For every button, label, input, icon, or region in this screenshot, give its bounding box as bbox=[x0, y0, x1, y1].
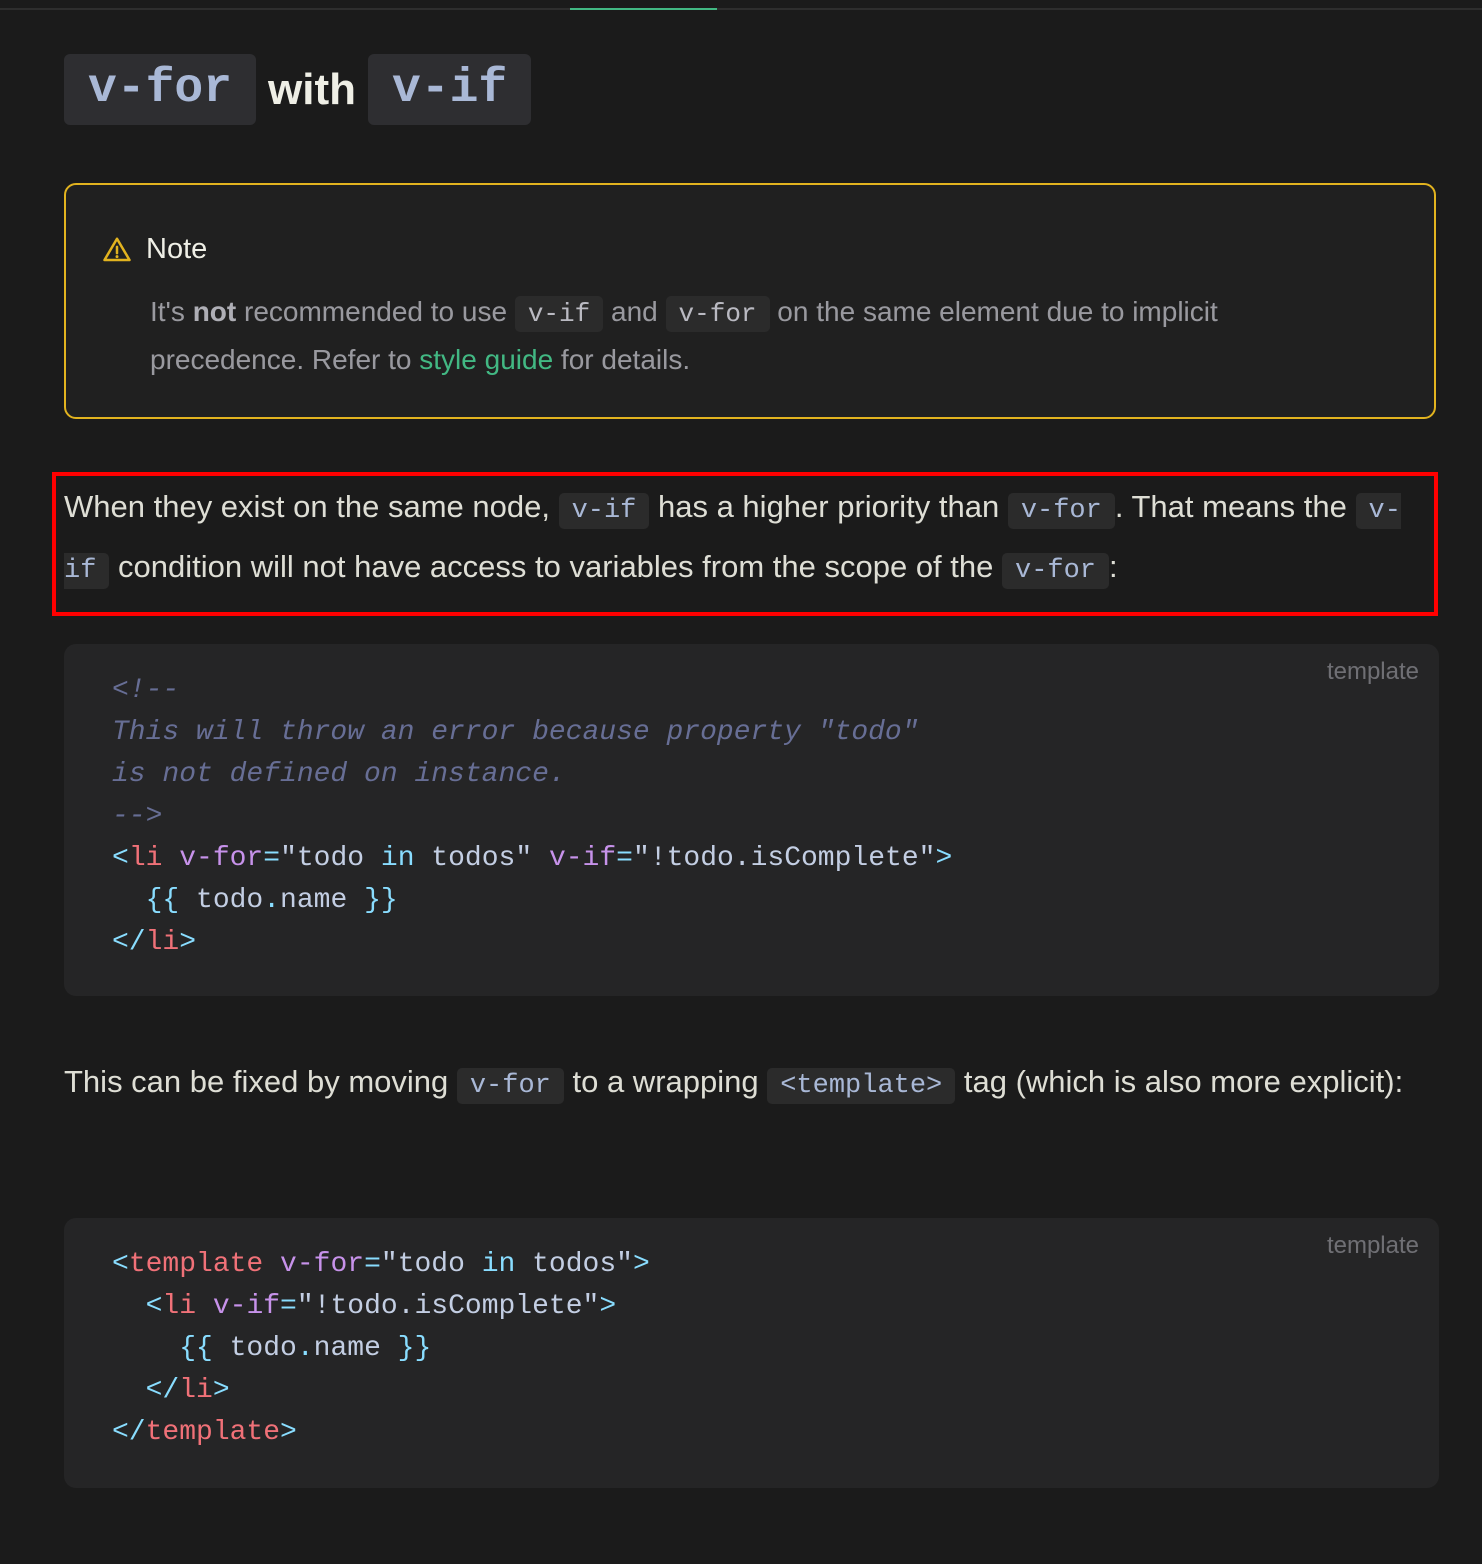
code-token: !todo.isComplete bbox=[313, 1291, 583, 1322]
code-token: todo bbox=[296, 843, 381, 874]
code-token: !todo.isComplete bbox=[649, 843, 919, 874]
code-token: " bbox=[296, 1291, 314, 1322]
code-token: " bbox=[632, 843, 650, 874]
code-token: }} bbox=[380, 1333, 432, 1364]
code-lang-label: template bbox=[1326, 1232, 1419, 1259]
code-token: </ bbox=[112, 1417, 146, 1448]
active-indicator bbox=[570, 8, 717, 10]
highlight-box bbox=[52, 472, 1438, 616]
inline-code: v-for bbox=[665, 296, 770, 332]
code-lang-label: template bbox=[1326, 658, 1419, 685]
warning-note: Note It's not recommended to use v-if an… bbox=[64, 183, 1436, 419]
note-text: It's bbox=[150, 296, 193, 327]
code-token: }} bbox=[347, 885, 398, 916]
code-token: . bbox=[296, 1333, 314, 1364]
code-token: = bbox=[280, 1291, 297, 1322]
code-token: li bbox=[162, 1291, 197, 1322]
code-comment: <!-- bbox=[112, 675, 180, 706]
code-token: name bbox=[313, 1333, 381, 1364]
code-token: " bbox=[616, 1249, 633, 1280]
heading-code-vif: v-if bbox=[368, 54, 532, 125]
code-token: " bbox=[582, 1291, 600, 1322]
code-token: todo bbox=[229, 1333, 297, 1364]
note-title-text: Note bbox=[146, 233, 208, 265]
code-token: v-for bbox=[263, 1249, 365, 1280]
code-token: todo bbox=[397, 1249, 482, 1280]
code-token: template bbox=[145, 1417, 281, 1448]
code-token: li bbox=[179, 1375, 213, 1406]
code-comment: is not defined on instance. bbox=[112, 759, 566, 790]
code-comment: This will throw an error because propert… bbox=[112, 717, 919, 748]
code-token: template bbox=[128, 1249, 264, 1280]
code-token: {{ bbox=[112, 885, 197, 916]
code-token: > bbox=[212, 1375, 230, 1406]
code-token: < bbox=[112, 1249, 129, 1280]
code-token: . bbox=[263, 885, 281, 916]
inline-code: <template> bbox=[767, 1068, 956, 1104]
code-token: = bbox=[364, 1249, 381, 1280]
note-text: for details. bbox=[553, 344, 691, 375]
code-token: " bbox=[280, 843, 297, 874]
top-divider bbox=[0, 8, 1482, 10]
code-token: in bbox=[380, 843, 415, 874]
note-text: recommended to use bbox=[236, 296, 515, 327]
style-guide-link[interactable]: style guide bbox=[419, 344, 553, 375]
inline-code: v-if bbox=[514, 296, 604, 332]
code-token: </ bbox=[112, 1375, 180, 1406]
code-comment: --> bbox=[112, 801, 163, 832]
code-token: v-if bbox=[196, 1291, 281, 1322]
code-token: = bbox=[263, 843, 281, 874]
code-token: > bbox=[599, 1291, 617, 1322]
code-token: " bbox=[515, 843, 533, 874]
inline-code: v-for bbox=[456, 1068, 564, 1104]
code-token: < bbox=[112, 1291, 163, 1322]
note-bold: not bbox=[192, 296, 237, 327]
paragraph-fix: This can be fixed by moving v-for to a w… bbox=[64, 1054, 1424, 1114]
code-token: li bbox=[145, 927, 180, 958]
code-token: < bbox=[112, 843, 129, 874]
code-token: li bbox=[128, 843, 163, 874]
code-token: v-if bbox=[532, 843, 617, 874]
code-token: todo bbox=[196, 885, 264, 916]
note-title: Note bbox=[102, 233, 207, 266]
heading-code-vfor: v-for bbox=[64, 54, 257, 125]
heading-word: with bbox=[268, 65, 357, 114]
code-token: = bbox=[616, 843, 633, 874]
code-token: " bbox=[918, 843, 936, 874]
note-body: It's not recommended to use v-if and v-f… bbox=[150, 289, 1350, 382]
para-text: tag (which is also more explicit): bbox=[955, 1064, 1404, 1099]
code-token: > bbox=[935, 843, 953, 874]
code-token: v-for bbox=[162, 843, 264, 874]
code-token: name bbox=[280, 885, 348, 916]
code-token: > bbox=[280, 1417, 297, 1448]
code-token: in bbox=[481, 1249, 516, 1280]
note-text: and bbox=[603, 296, 666, 327]
code-token: todos bbox=[414, 843, 516, 874]
code-token: </ bbox=[112, 927, 146, 958]
para-text: This can be fixed by moving bbox=[64, 1064, 457, 1099]
code-block-fixed: template <template v-for="todo in todos"… bbox=[64, 1218, 1439, 1488]
code-token: " bbox=[380, 1249, 398, 1280]
code-token: {{ bbox=[112, 1333, 230, 1364]
code-content: <!-- This will throw an error because pr… bbox=[112, 670, 952, 964]
code-block-error: template <!-- This will throw an error b… bbox=[64, 644, 1439, 996]
code-token: > bbox=[632, 1249, 650, 1280]
para-text: to a wrapping bbox=[563, 1064, 768, 1099]
warning-icon bbox=[103, 237, 131, 261]
code-content: <template v-for="todo in todos"> <li v-i… bbox=[112, 1244, 650, 1454]
code-token: todos bbox=[515, 1249, 617, 1280]
code-token: > bbox=[179, 927, 197, 958]
section-heading: v-for with v-if bbox=[64, 54, 532, 125]
